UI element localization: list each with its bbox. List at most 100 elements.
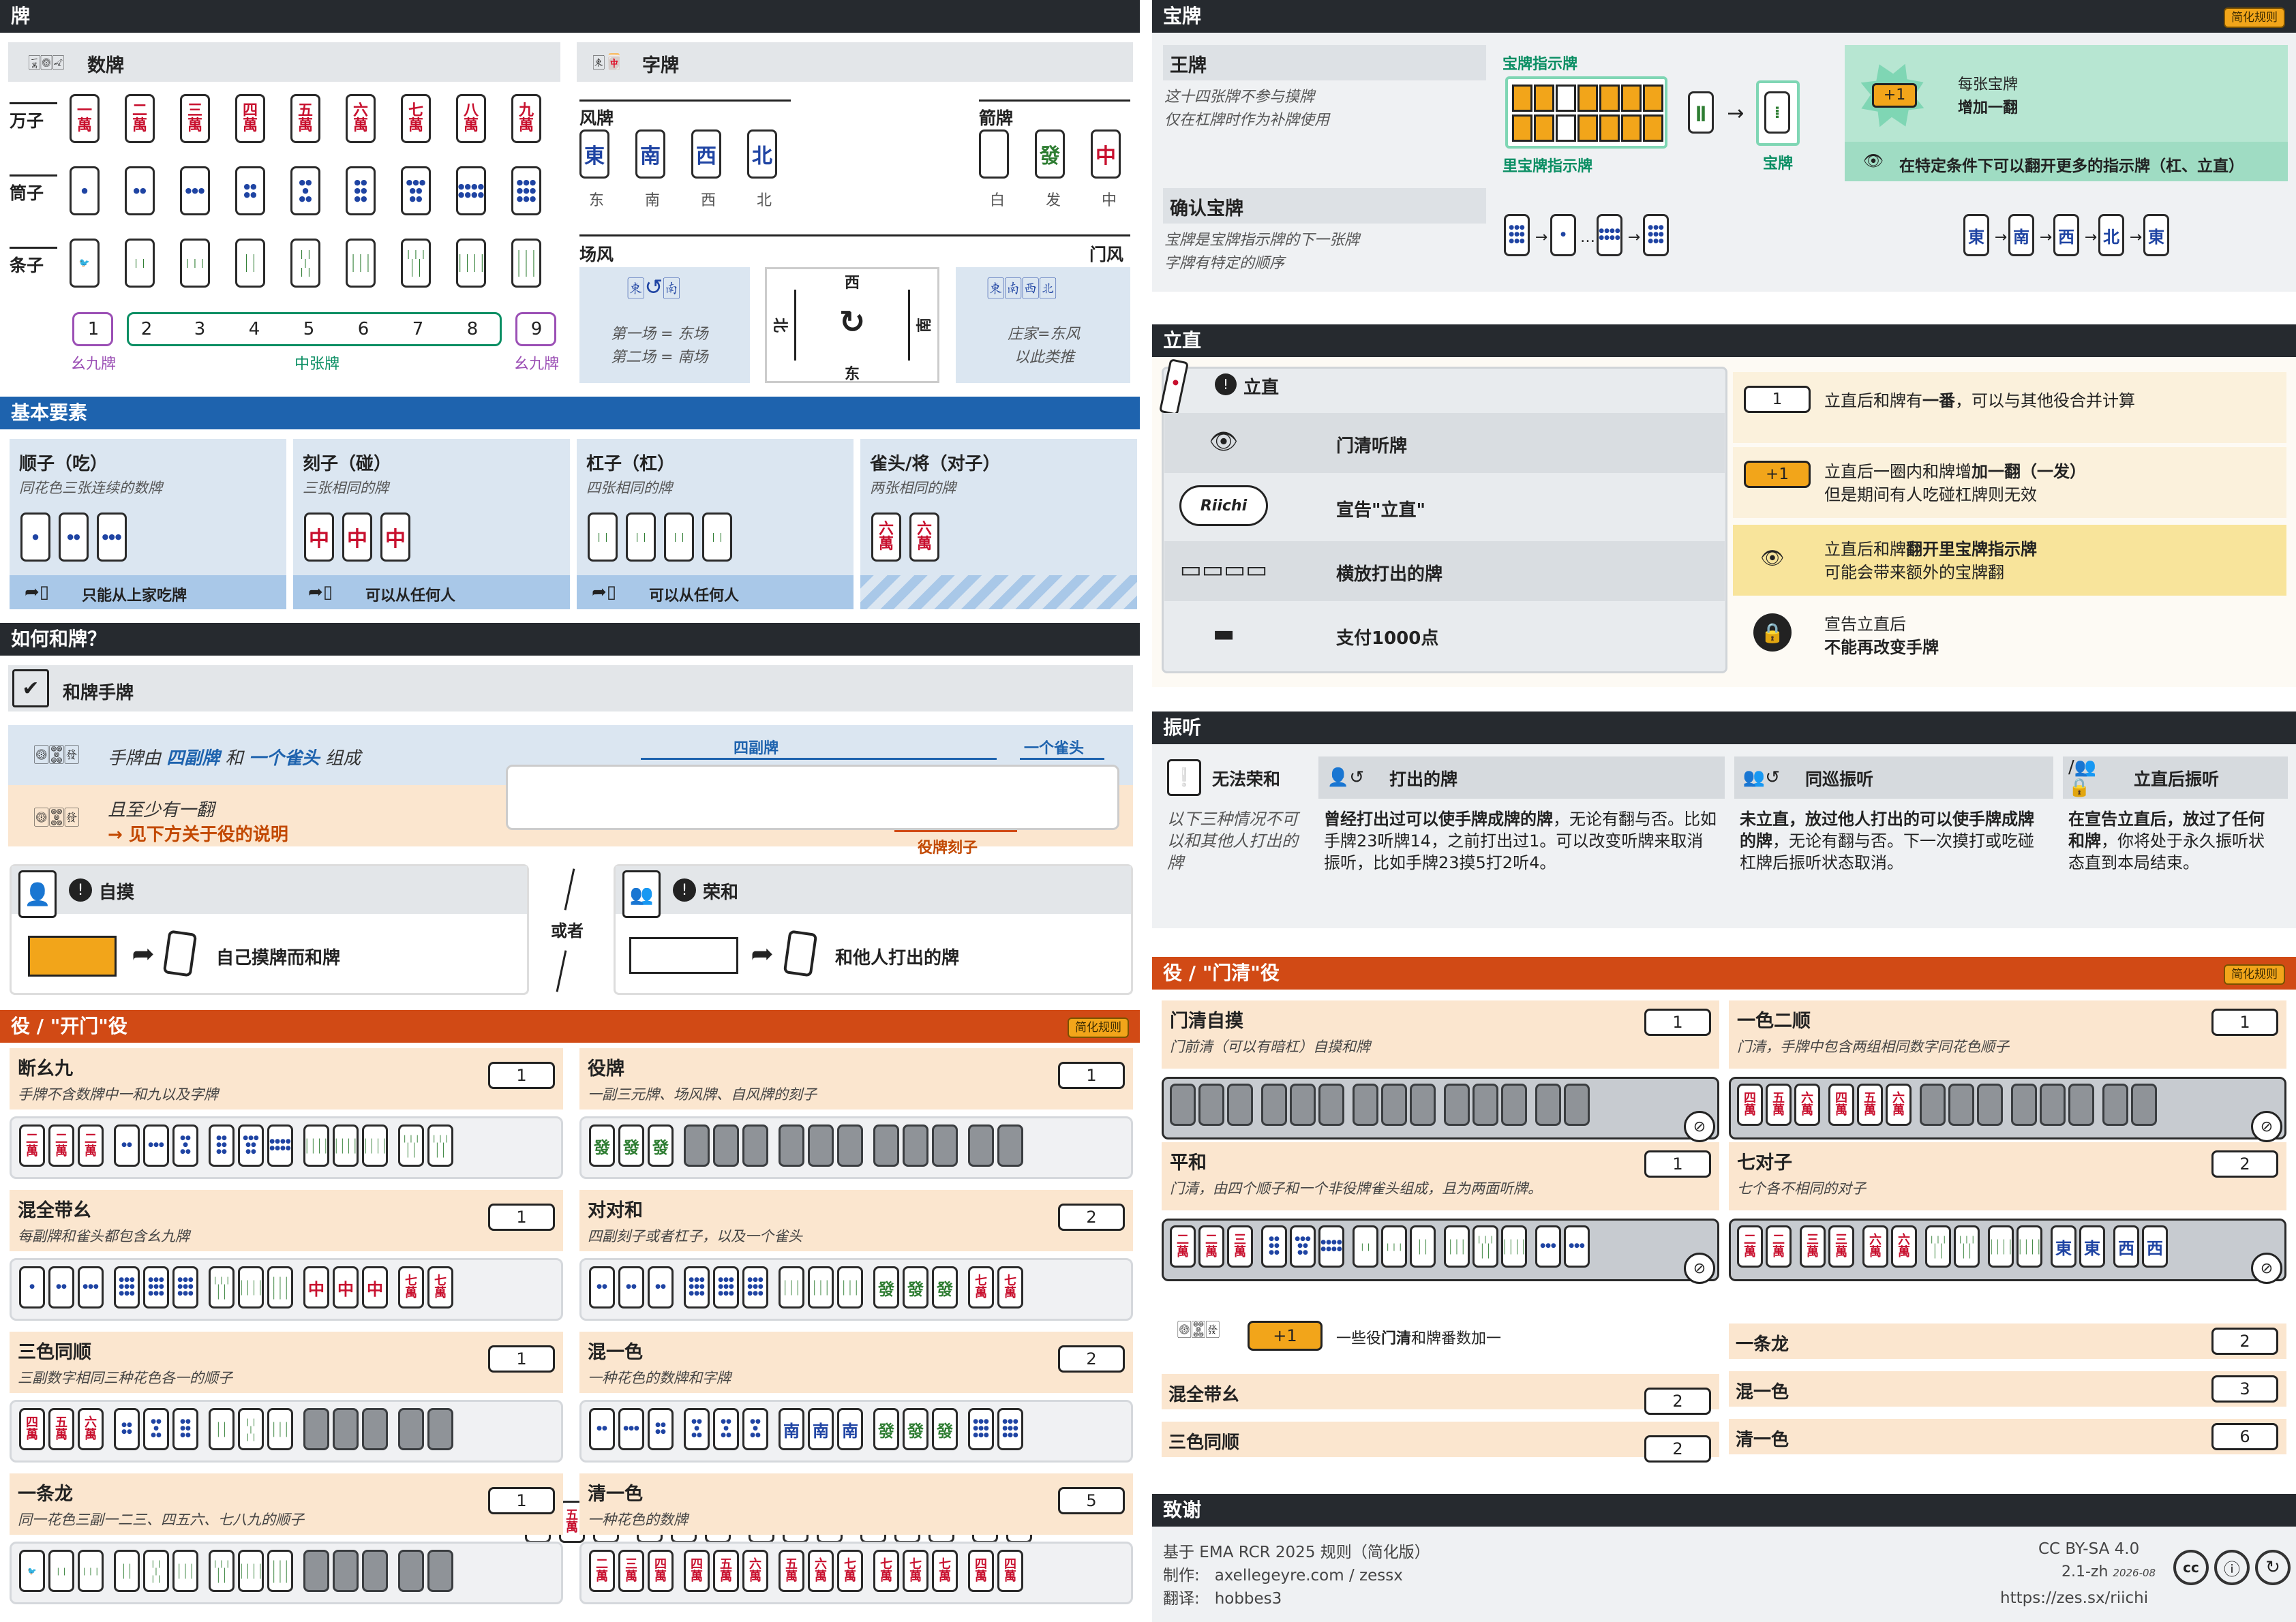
tile (779, 1124, 804, 1167)
benefit-line1: 宣告立直后 (1824, 615, 1906, 634)
han-badge: 1 (488, 1204, 555, 1231)
suits-title: 数牌 (87, 55, 124, 76)
bonus-row: 清一色 6 (1729, 1419, 2286, 1454)
tile: 中 (303, 1266, 329, 1309)
tile: ❘❘❘ ❘❘ ❘❘ (209, 1266, 235, 1309)
han-badge: 6 (2211, 1423, 2278, 1450)
tile: 八 萬 (456, 94, 486, 143)
left-column: 牌 🀇🀙🀐 数牌 万子一 萬二 萬三 萬四 萬五 萬六 萬七 萬八 萬九 萬筒子… (0, 0, 1140, 1622)
tile (1381, 1084, 1407, 1126)
url-link[interactable]: https://zes.sx/riichi (2000, 1589, 2148, 1607)
tile (1198, 1084, 1224, 1126)
tile (713, 1124, 739, 1167)
tile: ❘❘❘ ❘❘❘ ❘❘❘ (267, 1266, 293, 1309)
credits-line1: 基于 EMA RCR 2025 规则（简化版） (1163, 1544, 1430, 1561)
dead-wall-cell (1512, 85, 1532, 112)
yaku-name: 一条龙 (18, 1484, 73, 1505)
meld-note: 可以从任何人 (649, 587, 740, 605)
hand-line2: 且至少有一翻 (108, 800, 215, 821)
tile (427, 1550, 453, 1592)
tile: ❘❘❘ ❘❘❘ (808, 1266, 834, 1309)
tile: 七 萬 (398, 1266, 424, 1309)
open-yaku-header: 役 / "开门"役 简化规则 (0, 1010, 1140, 1043)
tile: 西 (691, 129, 721, 179)
tile: ●● ●● ●● (172, 1408, 198, 1450)
meld-title: 顺子（吃） (19, 454, 108, 474)
bonus-row: 一条龙 2 (1729, 1323, 2286, 1359)
terminal-label-right: 幺九牌 (514, 356, 560, 373)
honors-title: 字牌 (642, 55, 679, 76)
tile: ●●● ●●● ●●● (1643, 214, 1669, 256)
tile: ●● (125, 166, 155, 215)
tile: ●● ●● (648, 1408, 674, 1450)
dora-label: 宝牌 (1763, 155, 1794, 172)
tile: ❘❘❘ ❘❘❘ (837, 1266, 863, 1309)
tile: 六 萬 (346, 94, 376, 143)
yaku-link[interactable]: → 见下方关于役的说明 (108, 821, 288, 846)
tile: 南 (635, 129, 665, 179)
yaku-name: 役牌 (588, 1058, 624, 1080)
furiten-icon: 👤↺ (1327, 767, 1365, 788)
tile (2102, 1084, 2128, 1126)
tile: ❘❘❘❘ ❘❘❘❘ (1501, 1225, 1527, 1268)
or-divider-top (564, 868, 575, 911)
arrow-right-icon: → (2084, 228, 2098, 246)
han-badge: 1 (1644, 1150, 1711, 1178)
simplified-rules-chip[interactable]: 简化规则 (1068, 1017, 1129, 1038)
tsumo-panel: 👤 ! 自摸 ➦ 自己摸牌而和牌 (10, 864, 529, 995)
eye-tile-icon: 👁 (1862, 151, 1884, 170)
confirm-line1: 宝牌是宝牌指示牌的下一张牌 (1164, 232, 1360, 249)
tile: 三 萬 (618, 1550, 644, 1592)
dragon-label: 白 (990, 192, 1006, 209)
tsumo-tiles-icon (28, 936, 117, 977)
hand-line1: 手牌由 四副牌 和 一个雀头 组成 (108, 748, 361, 769)
dead-wall-line2: 仅在杠牌时作为补牌使用 (1164, 112, 1330, 129)
bonus-name: 三色同顺 (1168, 1433, 1240, 1453)
tile: ❘❘❘ ❘❘❘ (1444, 1225, 1470, 1268)
dead-wall-diagram (1505, 76, 1667, 149)
han-badge: 1 (2211, 1009, 2278, 1036)
dora-section-header: 宝牌 简化规则 (1152, 0, 2296, 33)
number-label: 6 (357, 319, 369, 339)
furiten-body: 未立直，放过他人打出的可以使手牌成牌的牌，无论有翻与否。下一次摸打或吃碰杠牌后振… (1740, 810, 2034, 872)
cc-icon: cc (2173, 1550, 2209, 1585)
tile (2011, 1084, 2037, 1126)
tile: 發 (1035, 129, 1065, 179)
han-badge: 1 (488, 1345, 555, 1373)
meld-desc: 四张相同的牌 (586, 480, 672, 496)
tile: 二 萬 (1198, 1225, 1224, 1268)
tile (1948, 1084, 1974, 1126)
simplified-rules-chip[interactable]: 简化规则 (2224, 7, 2285, 28)
meld-desc: 同花色三张连续的数牌 (19, 480, 162, 496)
yaku-desc: 四副刻子或者杠子，以及一个雀头 (588, 1228, 802, 1244)
tile: 六 萬 (78, 1408, 104, 1450)
tile: 發 (903, 1408, 928, 1450)
credits-line3: 翻译: hobbes3 (1163, 1590, 1282, 1608)
tile: ❘❘❘ (180, 239, 210, 288)
simplified-rules-chip[interactable]: 简化规则 (2224, 964, 2285, 985)
tile: ❘❘ (626, 512, 656, 562)
closed-bonus-tag: +1 (1248, 1321, 1323, 1351)
arrow-right-icon: → (2129, 228, 2143, 246)
honors-panel: 🀀🀄 字牌 风牌 東东南南西西北北 箭牌 白發发中中 场风 门风 🀀↺🀁 第一场… (577, 42, 1133, 390)
round-line1: 第一场 = 东场 (611, 326, 708, 343)
tile: 發 (589, 1124, 615, 1167)
tile: ●●● ●●● ●●● (172, 1266, 198, 1309)
tile: 五 萬 (290, 94, 320, 143)
yaku-desc: 门清，手牌中包含两组相同数字同花色顺子 (1737, 1039, 2009, 1055)
tile: 五 萬 (779, 1550, 804, 1592)
tile: 二 萬 (589, 1550, 615, 1592)
tile (2131, 1084, 2157, 1126)
tile: ❘❘ ❘❘ (1410, 1225, 1436, 1268)
yaku-desc: 三副数字相同三种花色各一的顺子 (18, 1370, 232, 1386)
dead-wall-title: 王牌 (1170, 55, 1207, 76)
tile: 南 (808, 1408, 834, 1450)
tile: ❘❘❘❘ ❘❘❘❘ (2016, 1225, 2042, 1268)
tile: ● (70, 166, 100, 215)
tile: ●● ● ●● (742, 1408, 768, 1450)
tile: ●●● ●●● ●●● (968, 1408, 994, 1450)
tile: 四 萬 (235, 94, 265, 143)
tile (968, 1124, 994, 1167)
yaku-name: 一色二顺 (1737, 1011, 1811, 1032)
meld-desc: 两张相同的牌 (870, 480, 956, 496)
